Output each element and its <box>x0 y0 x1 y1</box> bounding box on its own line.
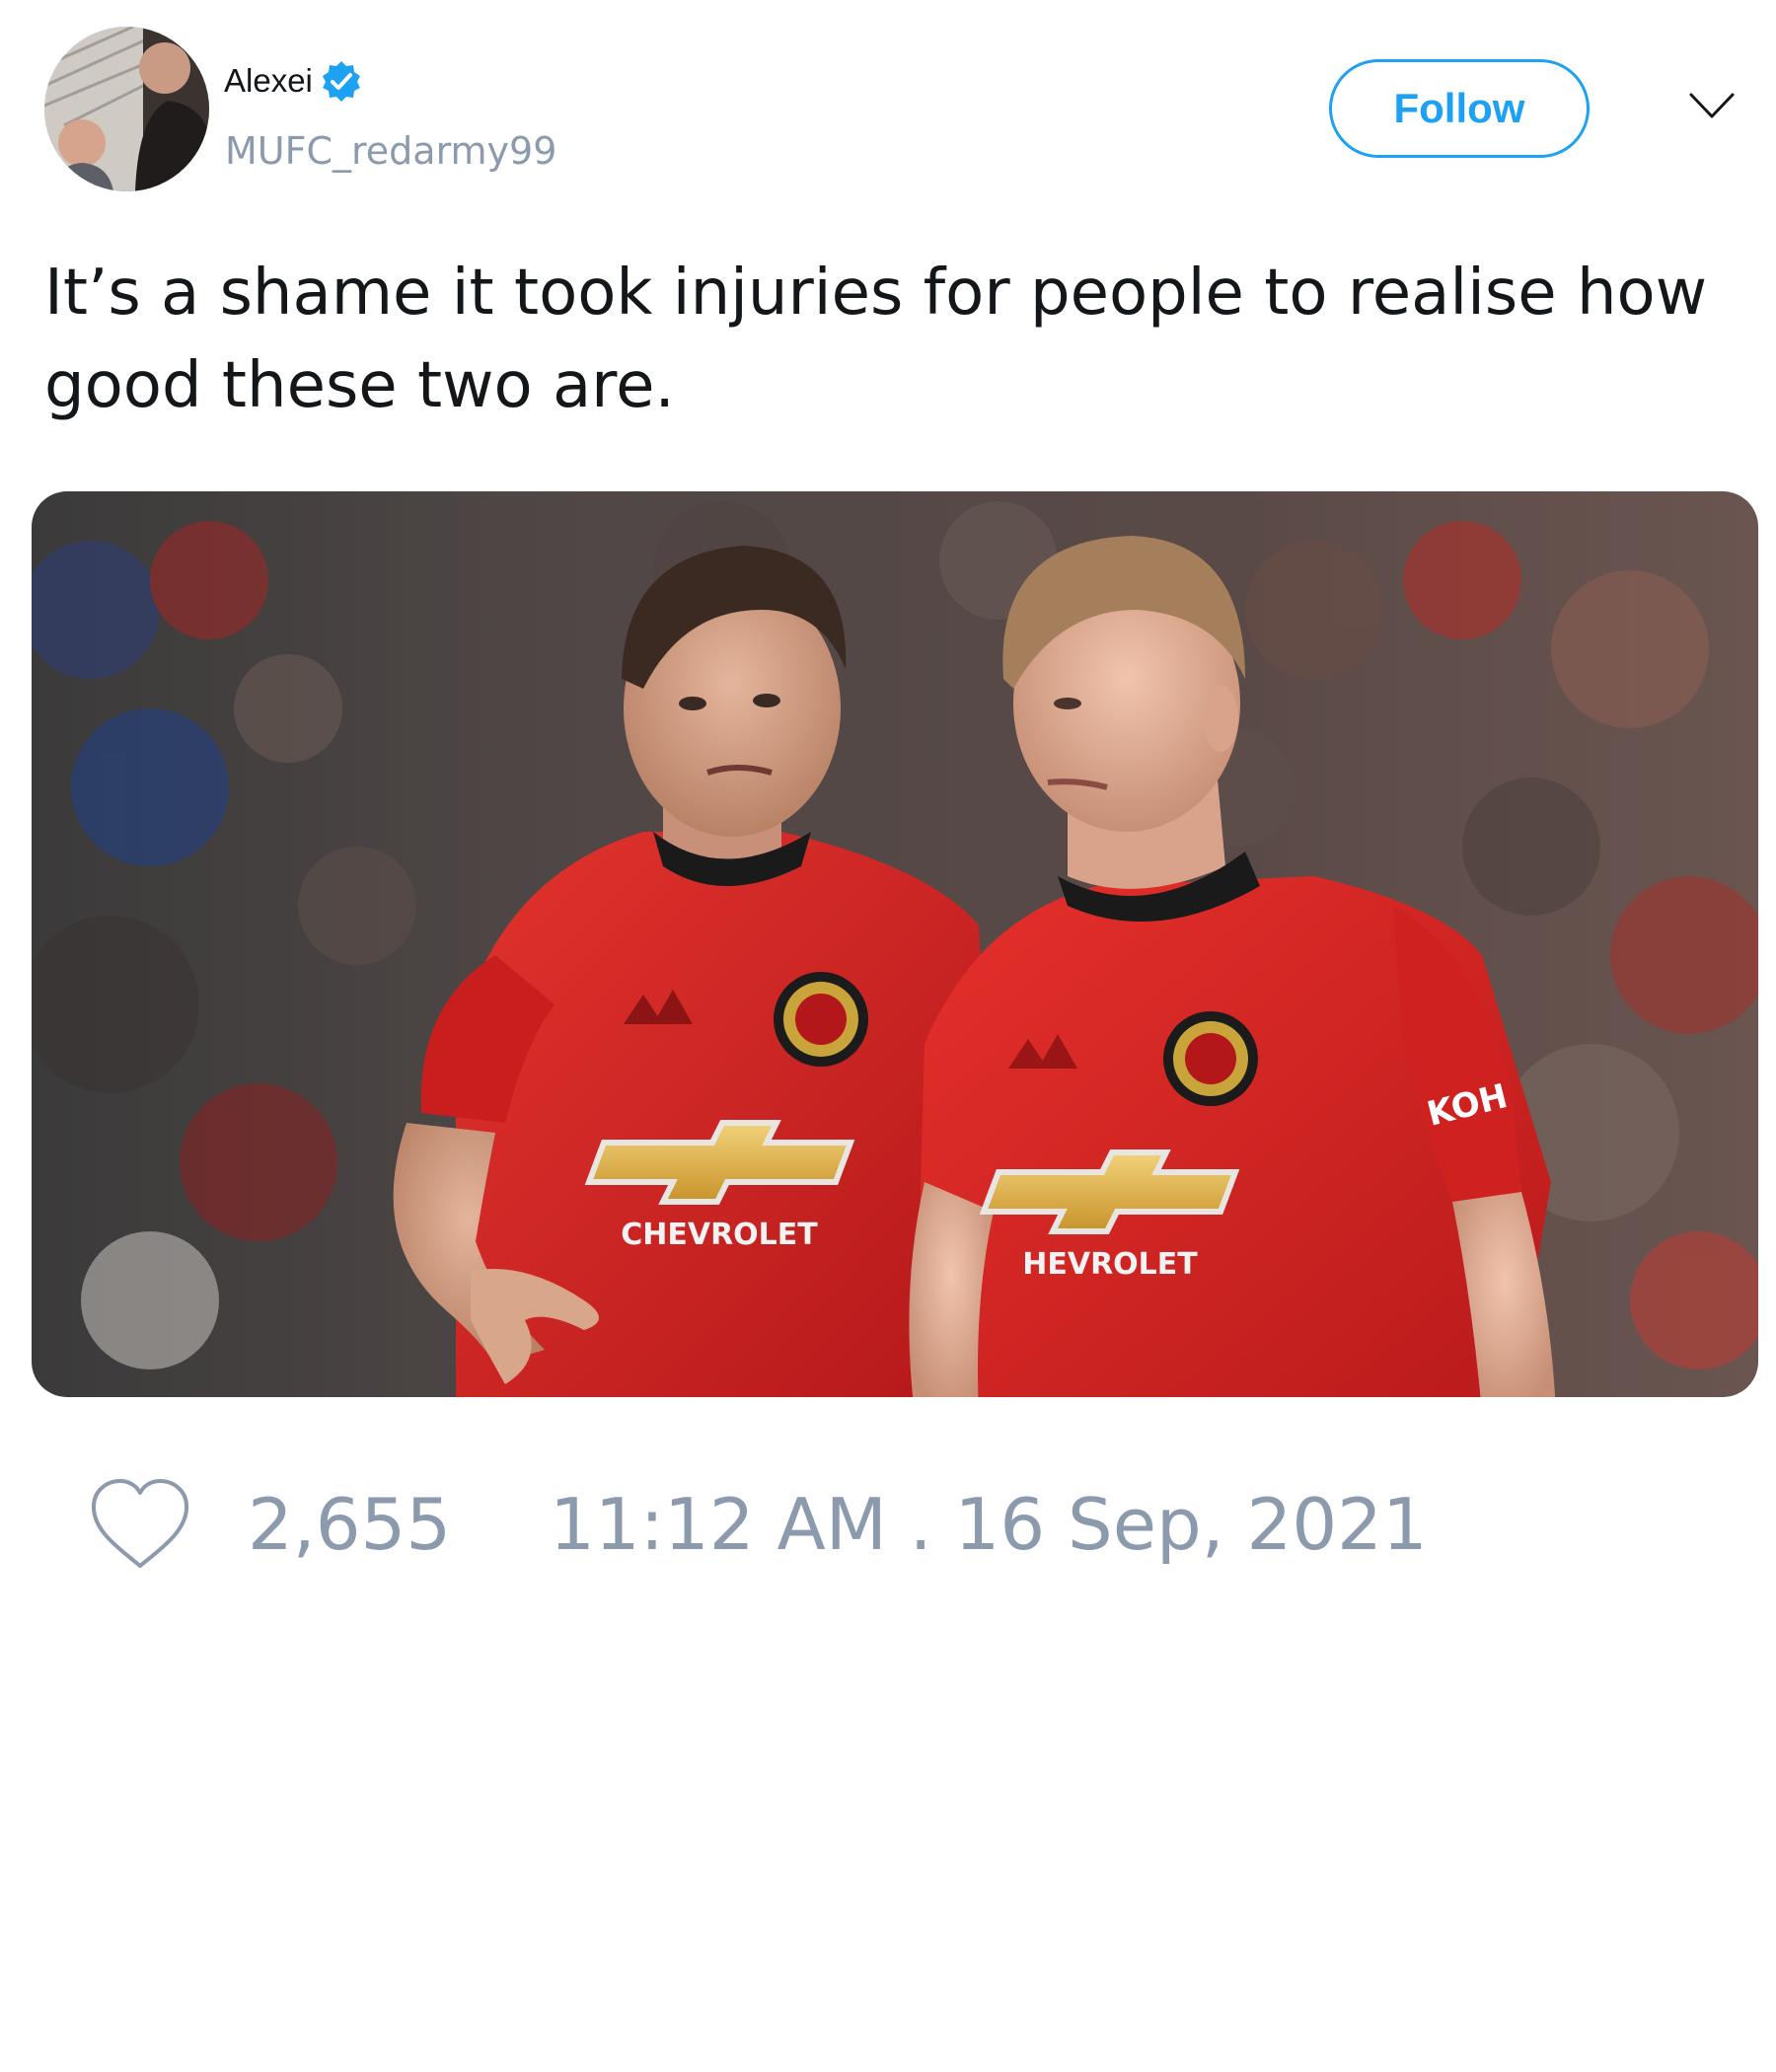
right-shirt-sponsor-text: HEVROLET <box>1022 1247 1198 1282</box>
avatar[interactable] <box>44 27 209 191</box>
chevron-down-icon[interactable] <box>1687 87 1737 126</box>
tweet-text: It’s a shame it took injuries for people… <box>44 257 1708 422</box>
avatar-photo <box>44 27 209 191</box>
tweet-image-illustration: CHEVROLET HEVROLET KOH <box>32 491 1758 1397</box>
heart-icon[interactable] <box>89 1477 192 1572</box>
left-shirt-sponsor-text: CHEVROLET <box>621 1218 818 1252</box>
tweet-timestamp[interactable]: 11:12 AM . 16 Sep, 2021 <box>550 1483 1428 1566</box>
verified-badge-icon <box>323 61 360 102</box>
tweet-footer: 2,655 11:12 AM . 16 Sep, 2021 <box>89 1475 1428 1574</box>
user-handle[interactable]: MUFC_redarmy99 <box>225 128 556 174</box>
like-count: 2,655 <box>248 1483 452 1566</box>
display-name[interactable]: Alexei <box>224 61 313 101</box>
follow-button[interactable]: Follow <box>1329 59 1590 158</box>
tweet-image[interactable]: CHEVROLET HEVROLET KOH <box>32 491 1758 1397</box>
